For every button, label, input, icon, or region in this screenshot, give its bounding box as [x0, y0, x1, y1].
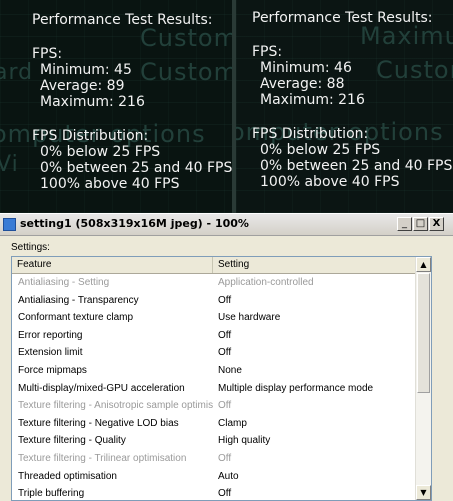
settings-rows: Antialiasing - Setting Application-contro… — [12, 274, 417, 500]
setting-value-cell[interactable]: Off — [218, 344, 413, 362]
fps-between: 0% between 25 and 40 FPS — [260, 158, 453, 174]
fps-maximum: Maximum: 216 — [260, 92, 365, 108]
setting-value-cell[interactable]: Off — [218, 327, 413, 345]
fps-minimum: Minimum: 45 — [40, 62, 132, 78]
fps-label: FPS: — [252, 44, 283, 60]
maximize-button[interactable]: □ — [413, 217, 428, 231]
window-titlebar[interactable]: setting1 (508x319x16M jpeg) - 100% _ □ X — [0, 214, 453, 236]
column-header-setting[interactable]: Setting — [213, 257, 417, 273]
settings-header: Feature Setting — [12, 257, 417, 274]
fps-distribution-label: FPS Distribution: — [252, 126, 369, 142]
fps-above: 100% above 40 FPS — [260, 174, 400, 190]
setting-value-cell[interactable]: Auto — [218, 468, 413, 486]
right-results-panel: Maximum Custom omputer options Performan… — [236, 0, 453, 213]
setting-value-cell[interactable]: High quality — [218, 432, 413, 450]
setting-row[interactable]: Conformant texture clamp Use hardware — [12, 309, 417, 327]
results-heading: Performance Test Results: — [32, 12, 213, 28]
setting-row[interactable]: Texture filtering - Anisotropic sample o… — [12, 397, 417, 415]
benchmark-screenshots: Custom Custom ard omputer options Vi Per… — [0, 0, 453, 213]
scroll-down-icon[interactable]: ▼ — [416, 485, 431, 500]
feature-cell: Texture filtering - Trilinear optimisati… — [18, 452, 187, 464]
feature-cell: Error reporting — [18, 329, 83, 341]
setting-row[interactable]: Antialiasing - Setting Application-contro… — [12, 274, 417, 292]
minimize-button[interactable]: _ — [397, 217, 412, 231]
setting-value-cell[interactable]: Off — [218, 292, 413, 310]
setting-row[interactable]: Threaded optimisation Auto — [12, 468, 417, 486]
settings-label: Settings: — [11, 242, 50, 253]
fps-average: Average: 88 — [260, 76, 345, 92]
feature-cell: Texture filtering - Anisotropic sample o… — [18, 400, 213, 412]
setting-value-cell[interactable]: Multiple display performance mode — [218, 380, 413, 398]
results-text: Performance Test Results: FPS: Minimum: … — [32, 12, 232, 192]
fps-distribution-label: FPS Distribution: — [32, 128, 149, 144]
fps-maximum: Maximum: 216 — [40, 94, 145, 110]
fps-above: 100% above 40 FPS — [40, 176, 180, 192]
settings-list: Feature Setting Antialiasing - Setting Ap… — [11, 256, 432, 501]
vertical-scrollbar[interactable]: ▲ ▼ — [415, 257, 431, 500]
fps-between: 0% between 25 and 40 FPS — [40, 160, 232, 176]
column-header-feature[interactable]: Feature — [12, 257, 213, 273]
image-viewer-window: setting1 (508x319x16M jpeg) - 100% _ □ X… — [0, 213, 453, 501]
setting-row[interactable]: Triple buffering Off — [12, 485, 417, 500]
setting-row[interactable]: Error reporting Off — [12, 327, 417, 345]
window-title: setting1 (508x319x16M jpeg) - 100% — [20, 217, 249, 230]
feature-cell: Triple buffering — [18, 488, 85, 500]
fps-below: 0% below 25 FPS — [40, 144, 161, 160]
left-results-panel: Custom Custom ard omputer options Vi Per… — [0, 0, 232, 213]
results-text: Performance Test Results: FPS: Minimum: … — [252, 10, 452, 190]
fps-average: Average: 89 — [40, 78, 125, 94]
bg-word: ard — [0, 60, 34, 85]
setting-value-cell[interactable]: Off — [218, 450, 413, 468]
feature-cell: Multi-display/mixed-GPU acceleration — [18, 382, 185, 394]
setting-value-cell[interactable]: Clamp — [218, 415, 413, 433]
feature-cell: Antialiasing - Setting — [18, 277, 110, 288]
setting-value-cell[interactable]: Off — [218, 485, 413, 500]
fps-minimum: Minimum: 46 — [260, 60, 352, 76]
scrollbar-thumb[interactable] — [417, 273, 430, 393]
setting-row[interactable]: Antialiasing - Transparency Off — [12, 292, 417, 310]
setting-row[interactable]: Texture filtering - Negative LOD bias Cla… — [12, 415, 417, 433]
image-file-icon — [3, 218, 16, 231]
setting-value-cell[interactable]: Off — [218, 397, 413, 415]
setting-row[interactable]: Texture filtering - Trilinear optimisati… — [12, 450, 417, 468]
setting-row[interactable]: Multi-display/mixed-GPU acceleration Mult… — [12, 380, 417, 398]
fps-label: FPS: — [32, 46, 63, 62]
setting-row[interactable]: Force mipmaps None — [12, 362, 417, 380]
setting-row[interactable]: Texture filtering - Quality High quality — [12, 432, 417, 450]
setting-value-cell[interactable]: None — [218, 362, 413, 380]
close-button[interactable]: X — [429, 217, 444, 231]
setting-value-cell[interactable]: Use hardware — [218, 309, 413, 327]
feature-cell: Texture filtering - Quality — [18, 435, 126, 447]
feature-cell: Antialiasing - Transparency — [18, 294, 139, 306]
feature-cell: Force mipmaps — [18, 364, 87, 376]
results-heading: Performance Test Results: — [252, 10, 433, 26]
setting-value-cell[interactable]: Application-controlled — [218, 274, 413, 292]
bg-word: Vi — [0, 152, 19, 177]
scroll-up-icon[interactable]: ▲ — [416, 257, 431, 272]
feature-cell: Conformant texture clamp — [18, 312, 134, 324]
feature-cell: Extension limit — [18, 347, 83, 359]
feature-cell: Threaded optimisation — [18, 470, 117, 482]
setting-row[interactable]: Extension limit Off — [12, 344, 417, 362]
fps-below: 0% below 25 FPS — [260, 142, 381, 158]
feature-cell: Texture filtering - Negative LOD bias — [18, 417, 179, 429]
